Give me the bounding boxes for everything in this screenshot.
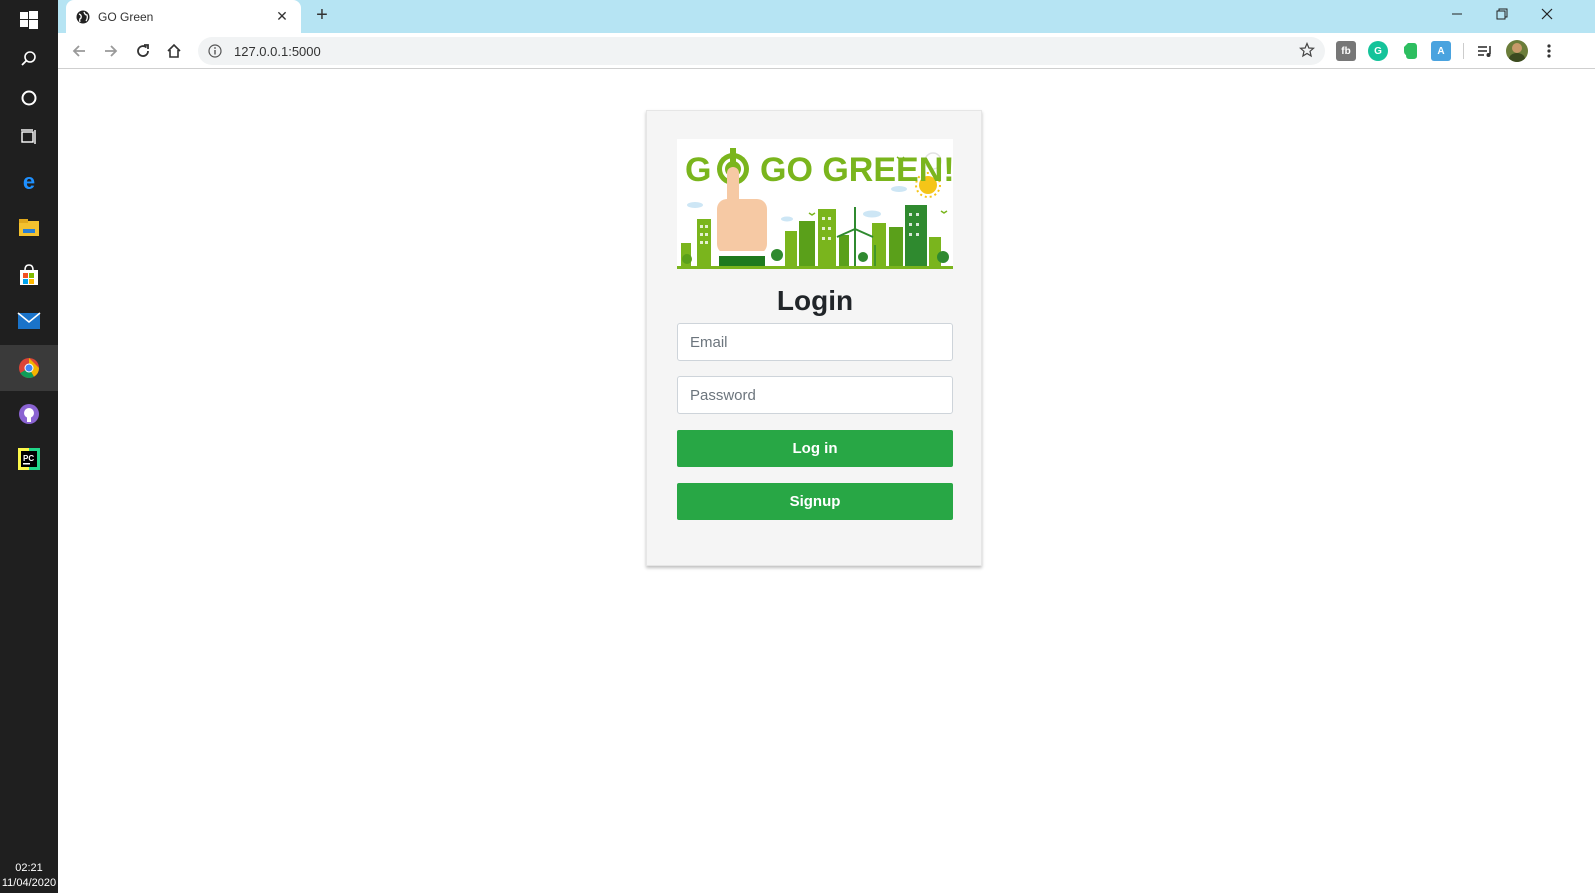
grammarly-icon[interactable]: G: [1368, 41, 1388, 61]
close-tab-icon[interactable]: ✕: [273, 8, 291, 25]
restore-button[interactable]: [1479, 0, 1524, 28]
forward-arrow-icon[interactable]: [98, 38, 124, 64]
page-content: G GO GREEN! Login Email Log in Signup: [58, 70, 1595, 893]
reload-icon[interactable]: [130, 38, 156, 64]
clock-date: 11/04/2020: [1, 877, 57, 889]
pycharm-icon[interactable]: PC: [0, 439, 58, 479]
extension-fb-icon[interactable]: fb: [1336, 41, 1356, 61]
svg-text:e: e: [23, 171, 35, 193]
evernote-icon[interactable]: [1400, 41, 1420, 61]
svg-text:PC: PC: [23, 454, 34, 463]
new-tab-button[interactable]: +: [310, 4, 334, 28]
cortana-icon[interactable]: [0, 78, 58, 118]
minimize-button[interactable]: [1434, 0, 1479, 28]
address-bar[interactable]: 127.0.0.1:5000: [198, 37, 1325, 65]
windows-start-icon[interactable]: [0, 0, 58, 40]
login-card: G GO GREEN! Login Email Log in Signup: [646, 110, 982, 566]
menu-dots-icon[interactable]: [1536, 38, 1562, 64]
browser-window: GO Green ✕ + 127.0.0.1:5000 fb G A G GO …: [58, 0, 1595, 893]
svg-text:G: G: [685, 151, 711, 189]
edge-icon[interactable]: e: [0, 162, 58, 202]
email-field[interactable]: [677, 323, 953, 361]
github-icon[interactable]: [0, 394, 58, 434]
profile-avatar[interactable]: [1506, 40, 1528, 62]
bookmark-star-icon[interactable]: [1299, 42, 1315, 58]
go-green-logo: G GO GREEN!: [677, 139, 953, 269]
mail-icon[interactable]: [0, 301, 58, 341]
go-green-banner: G GO GREEN!: [677, 139, 953, 269]
close-window-button[interactable]: [1524, 0, 1569, 28]
toolbar-divider: [1463, 43, 1464, 59]
browser-toolbar: 127.0.0.1:5000 fb G A: [58, 33, 1595, 69]
login-heading: Login: [776, 285, 854, 316]
windows-taskbar: e PC 02:21 11/04/2020: [0, 0, 58, 893]
search-icon[interactable]: [0, 39, 58, 79]
home-icon[interactable]: [161, 38, 187, 64]
info-icon[interactable]: [208, 44, 222, 58]
chrome-icon[interactable]: [0, 345, 58, 391]
globe-icon: [76, 10, 90, 23]
task-view-icon[interactable]: [0, 117, 58, 157]
url-text: 127.0.0.1:5000: [234, 43, 321, 59]
system-clock[interactable]: 02:21 11/04/2020: [0, 853, 58, 893]
login-button[interactable]: Log in: [677, 430, 953, 467]
media-control-icon[interactable]: [1472, 38, 1498, 64]
tab-go-green[interactable]: GO Green ✕: [66, 0, 301, 33]
file-explorer-icon[interactable]: [0, 208, 58, 248]
back-arrow-icon[interactable]: [66, 38, 92, 64]
password-field[interactable]: [677, 376, 953, 414]
clock-time: 02:21: [15, 862, 43, 874]
signup-button[interactable]: Signup: [677, 483, 953, 520]
store-icon[interactable]: [0, 255, 58, 295]
extension-a-icon[interactable]: A: [1431, 41, 1451, 61]
banner-title: GO GREEN!: [760, 151, 953, 189]
tab-title: GO Green: [98, 9, 154, 24]
tab-strip: GO Green ✕ +: [58, 0, 1595, 33]
